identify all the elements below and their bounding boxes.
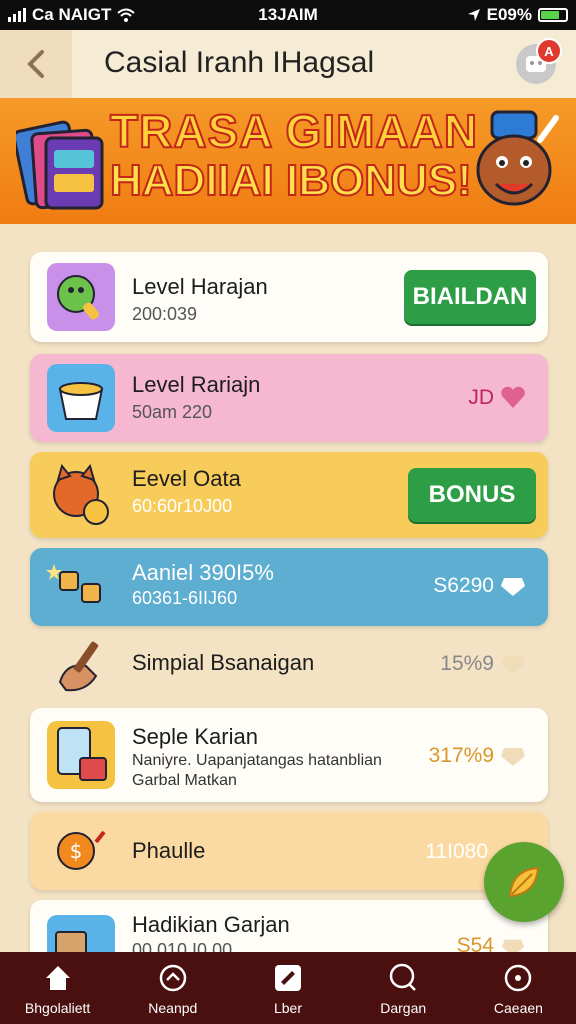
item-title: Hadikian Garjan bbox=[132, 912, 290, 937]
tab-label: Neanpd bbox=[148, 1000, 198, 1016]
tab-ticket[interactable]: Lber bbox=[230, 952, 345, 1024]
back-arrow-icon bbox=[27, 50, 44, 78]
back-button[interactable] bbox=[0, 30, 72, 98]
item-title: Level Rariajn bbox=[132, 372, 261, 397]
tab-label: Dargan bbox=[380, 1000, 427, 1016]
bottom-tab-bar: Bhgolaliett Neanpd Lber Dargan Caeaen bbox=[0, 952, 576, 1024]
battery-icon bbox=[538, 8, 568, 22]
item-title: Simpial Bsanaigan bbox=[132, 650, 315, 675]
tab-label: Bhgolaliett bbox=[24, 1000, 91, 1016]
bonus-books-icon bbox=[16, 120, 104, 210]
item-title: Seple Karian bbox=[132, 724, 258, 749]
svg-text:$: $ bbox=[70, 839, 83, 863]
list-item[interactable]: Hadikian Garjan 00 010 I0 00 S54 bbox=[30, 900, 548, 983]
tab-network[interactable]: Neanpd bbox=[115, 952, 230, 1024]
item-subtitle-2: Garbal Matkan bbox=[132, 772, 237, 789]
list-item[interactable]: Seple Karian Naniyre. Uapanjatangas hata… bbox=[30, 708, 548, 802]
network-icon bbox=[159, 964, 187, 992]
item-subtitle: 60361-6IIJ60 bbox=[132, 588, 238, 608]
item-subtitle: 50am 220 bbox=[132, 402, 213, 422]
ticket-icon bbox=[275, 965, 301, 991]
leaf-icon bbox=[508, 866, 540, 898]
cup-icon bbox=[47, 364, 115, 432]
pencil-hand-icon bbox=[58, 641, 99, 692]
claim-button[interactable]: BIAILDAN bbox=[404, 270, 536, 324]
item-subtitle: Naniyre. Uapanjatangas hatanblian bbox=[132, 752, 382, 769]
notification-badge: A bbox=[536, 38, 562, 64]
item-value: 317%9 bbox=[428, 744, 494, 767]
search-icon bbox=[389, 963, 417, 991]
list-item[interactable]: $ Phaulle 11I080 bbox=[30, 812, 548, 890]
home-icon bbox=[45, 966, 70, 990]
tab-home[interactable]: Bhgolaliett bbox=[0, 952, 115, 1024]
banner-subheadline: HADIIAI IBONUS! bbox=[109, 155, 473, 206]
promo-banner[interactable]: TRASA GIMAAN HADIIAI IBONUS! bbox=[0, 98, 576, 224]
gem-icon bbox=[501, 578, 525, 596]
item-value: JD bbox=[468, 386, 494, 409]
app-header: Casial Iranh IHagsal A bbox=[0, 30, 576, 98]
list-item[interactable]: Level Rariajn 50am 220 JD bbox=[30, 354, 548, 442]
gem-icon bbox=[501, 748, 525, 766]
item-title: Phaulle bbox=[132, 838, 206, 863]
item-title: Aaniel 390I5% bbox=[132, 560, 274, 585]
gift-stars-icon bbox=[46, 564, 101, 603]
tab-search[interactable]: Dargan bbox=[346, 952, 461, 1024]
coupon-icon bbox=[505, 964, 532, 992]
list-item[interactable]: Eevel Oata 60:60r10J00 BONUS bbox=[30, 452, 548, 538]
list-item[interactable]: Aaniel 390I5% 60361-6IIJ60 S6290 bbox=[30, 548, 548, 626]
item-subtitle: 200:039 bbox=[132, 304, 198, 324]
gem-icon bbox=[501, 656, 525, 674]
location-icon bbox=[467, 9, 480, 21]
mascot-icon bbox=[476, 110, 559, 206]
battery-percent: E09% bbox=[486, 5, 532, 24]
coin-icon: $ bbox=[57, 830, 106, 870]
tab-label: Lber bbox=[273, 1000, 303, 1016]
clipboard-icon bbox=[47, 721, 115, 789]
page-title: Casial Iranh IHagsal bbox=[104, 46, 375, 79]
lollipop-icon bbox=[47, 263, 115, 331]
item-title: Level Harajan bbox=[132, 274, 268, 299]
item-value: S6290 bbox=[433, 574, 494, 597]
tab-label: Caeaen bbox=[493, 1000, 543, 1016]
list-item[interactable]: Level Harajan 200:039 BIAILDAN bbox=[30, 252, 548, 342]
status-bar: Ca NAIGT 13JAIM E09% bbox=[0, 0, 576, 30]
cat-coin-icon bbox=[53, 463, 109, 525]
tab-coupon[interactable]: Caeaen bbox=[461, 952, 576, 1024]
item-title: Eevel Oata bbox=[132, 466, 241, 491]
floating-action-button[interactable] bbox=[484, 842, 564, 922]
item-value: 11I080 bbox=[425, 840, 488, 863]
heart-icon bbox=[501, 386, 525, 408]
list-item[interactable]: Simpial Bsanaigan 15%9 bbox=[30, 632, 548, 696]
bonus-button[interactable]: BONUS bbox=[408, 468, 536, 522]
item-value: 15%9 bbox=[440, 652, 494, 675]
banner-headline: TRASA GIMAAN bbox=[109, 104, 479, 158]
item-subtitle: 60:60r10J00 bbox=[132, 496, 233, 516]
